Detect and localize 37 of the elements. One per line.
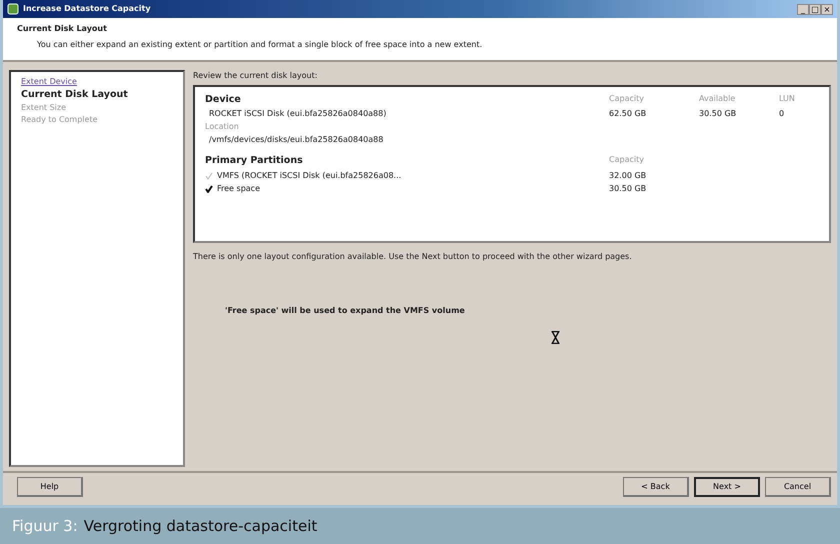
info-text: There is only one layout configuration available. Use the Next button to proceed with the other wizard pages.	[193, 251, 633, 263]
section-heading: Primary Partitions	[205, 154, 304, 168]
window-title: Increase Datastore Capacity	[23, 3, 151, 15]
step-item: Extent Size	[21, 102, 68, 114]
next-button[interactable]: Next >	[694, 477, 760, 497]
help-button[interactable]: Help	[17, 477, 83, 497]
caption-label: Figuur 3:	[12, 516, 78, 537]
partition-name: Free space	[217, 182, 260, 194]
partition-name: VMFS (ROCKET iSCSI Disk (eui.bfa25826a08...	[217, 170, 402, 182]
table-cell-text: 30.50 GB	[699, 108, 738, 120]
table-cell-text: 30.50 GB	[609, 182, 648, 194]
column-header: Available	[699, 93, 736, 105]
caption-text: Vergroting datastore-capaciteit	[84, 516, 318, 537]
back-button[interactable]: < Back	[623, 477, 689, 497]
maximize-button[interactable]: □	[809, 4, 821, 14]
hourglass-icon	[551, 331, 560, 344]
column-header: Capacity	[609, 154, 645, 166]
cancel-button[interactable]: Cancel	[765, 477, 831, 497]
step-item: Ready to Complete	[21, 114, 99, 126]
table-cell-text: 32.00 GB	[609, 170, 648, 182]
column-header: Capacity	[609, 93, 645, 105]
section-heading: Device	[205, 93, 242, 107]
step-link[interactable]: Extent Device	[21, 76, 173, 88]
page-heading: Current Disk Layout	[17, 23, 108, 35]
table-cell-text: 0	[779, 108, 786, 120]
current-step: Current Disk Layout	[21, 88, 173, 102]
device-name: ROCKET iSCSI Disk (eui.bfa25826a0840a88)	[208, 108, 388, 120]
summary-text: 'Free space' will be used to expand the VMFS volume	[225, 305, 466, 317]
table-cell-text: 62.50 GB	[609, 108, 648, 120]
column-header: LUN	[779, 93, 796, 105]
location-path: /vmfs/devices/disks/eui.bfa25826a0840a88	[208, 134, 384, 146]
close-button[interactable]: ×	[821, 4, 833, 14]
review-label: Review the current disk layout:	[193, 70, 318, 82]
page-description: You can either expand an existing extent or partition and format a single block of free space into a new extent.	[37, 39, 484, 51]
location-label: Location	[205, 121, 240, 134]
minimize-button[interactable]: _	[797, 4, 809, 14]
window-app-icon	[7, 3, 19, 15]
